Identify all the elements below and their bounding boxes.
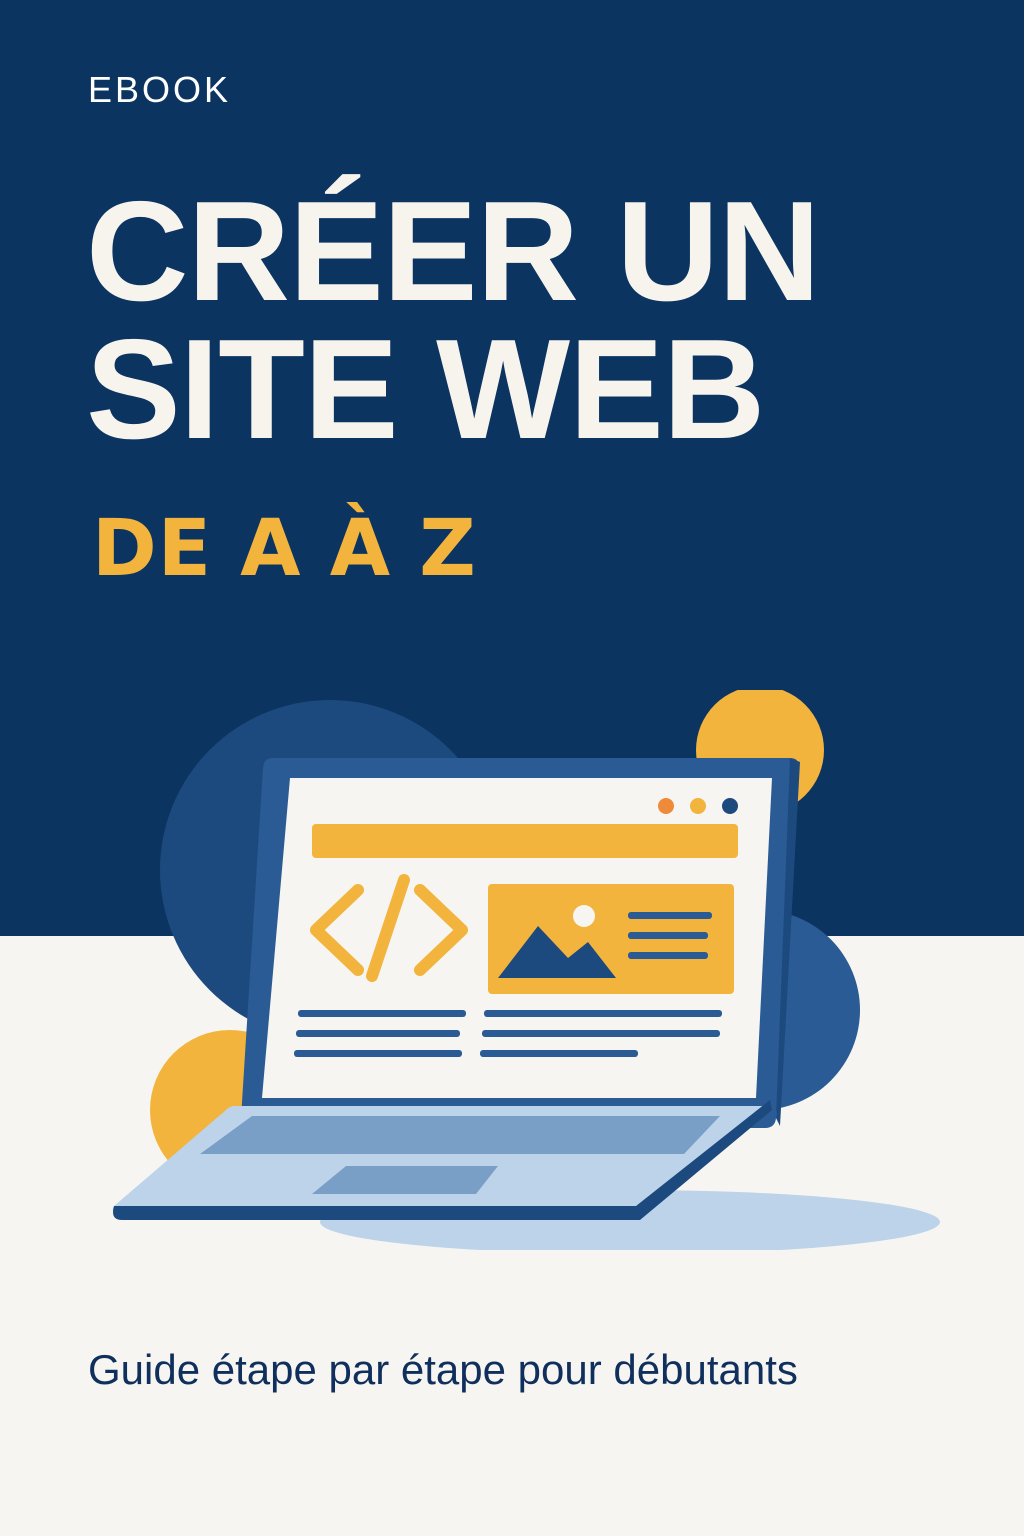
browser-window-icon bbox=[658, 798, 738, 814]
window-dot-yellow bbox=[690, 798, 706, 814]
title-line-1: CRÉER UN bbox=[86, 172, 821, 331]
laptop-keyboard bbox=[200, 1116, 720, 1154]
subtitle-accent: DE A À Z bbox=[92, 504, 477, 594]
ebook-cover: EBOOK CRÉER UN SITE WEB DE A À Z Guide é… bbox=[0, 0, 1024, 1536]
image-sun bbox=[573, 905, 595, 927]
image-text-line-2 bbox=[628, 932, 708, 939]
cover-tagline: Guide étape par étape pour débutants bbox=[88, 1346, 798, 1393]
window-dot-orange bbox=[658, 798, 674, 814]
laptop-illustration bbox=[0, 690, 1024, 1250]
browser-header-bar bbox=[312, 824, 738, 858]
image-text-line-1 bbox=[628, 912, 712, 919]
window-dot-blue bbox=[722, 798, 738, 814]
title-line-2: SITE WEB bbox=[86, 310, 765, 469]
image-text-line-3 bbox=[628, 952, 708, 959]
image-icon bbox=[488, 884, 734, 994]
ebook-label: EBOOK bbox=[88, 69, 232, 110]
